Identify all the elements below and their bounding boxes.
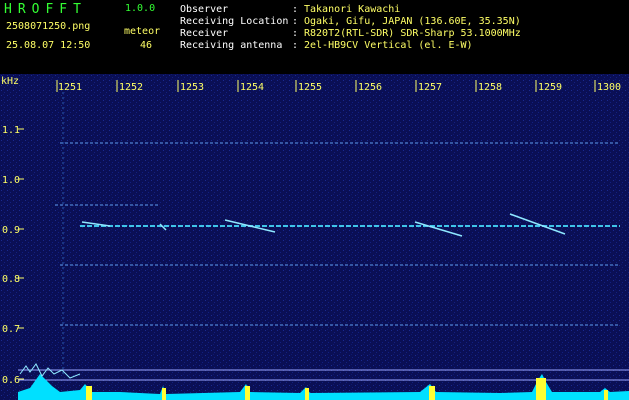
- time-tick-label: 1300: [597, 82, 621, 93]
- freq-tick-label: 0.8: [2, 274, 20, 285]
- time-tick-label: 1256: [358, 82, 382, 93]
- signal-peak: [604, 390, 608, 400]
- signal-peak: [245, 386, 250, 400]
- meteor-label: meteor: [124, 26, 161, 37]
- info-value: Takanori Kawachi: [304, 4, 401, 15]
- time-tick-label: 1253: [180, 82, 204, 93]
- info-row-antenna: Receiving antenna:2el-HB9CV Vertical (el…: [180, 40, 473, 51]
- info-separator: :: [292, 40, 299, 51]
- time-tick-label: 1254: [240, 82, 264, 93]
- freq-tick-label: 0.6: [2, 375, 20, 386]
- info-value: Ogaki, Gifu, JAPAN (136.60E, 35.35N): [304, 16, 521, 27]
- info-key: Receiving antenna: [180, 40, 283, 51]
- time-tick-label: 1255: [298, 82, 322, 93]
- freq-tick-label: 1.1: [2, 125, 20, 136]
- spectrogram: kHz 1251 1252 1253 1254 1255 1256 1257 1…: [0, 74, 629, 400]
- signal-peak: [536, 378, 546, 400]
- signal-peak: [86, 386, 92, 400]
- freq-tick-label: 0.9: [2, 225, 20, 236]
- info-key: Receiving Location: [180, 16, 289, 27]
- file-datetime: 25.08.07 12:50: [6, 40, 91, 51]
- y-axis-unit: kHz: [1, 76, 19, 87]
- signal-peak: [305, 388, 309, 400]
- info-value: 2el-HB9CV Vertical (el. E-W): [304, 40, 473, 51]
- info-key: Receiver: [180, 28, 229, 39]
- app-version: 1.0.0: [125, 3, 156, 14]
- plot-area: [18, 88, 629, 400]
- info-separator: :: [292, 16, 299, 27]
- info-row-receiver: Receiver: R820T2(RTL-SDR) SDR-Sharp 53.10…: [180, 28, 521, 39]
- freq-tick-label: 1.0: [2, 175, 20, 186]
- info-separator: :: [292, 4, 299, 15]
- signal-peak: [162, 388, 166, 400]
- time-tick-label: 1258: [478, 82, 502, 93]
- signal-peak: [429, 386, 435, 400]
- time-tick-label: 1257: [418, 82, 442, 93]
- time-tick-label: 1259: [538, 82, 562, 93]
- time-tick-label: 1252: [119, 82, 143, 93]
- freq-tick-label: 0.7: [2, 324, 20, 335]
- info-row-observer: Observer: Takanori Kawachi: [180, 4, 400, 15]
- app-title: HROFFT: [4, 2, 87, 17]
- info-value: R820T2(RTL-SDR) SDR-Sharp 53.1000MHz: [304, 28, 521, 39]
- info-separator: :: [292, 28, 299, 39]
- info-key: Observer: [180, 4, 229, 15]
- meteor-count: 46: [140, 40, 153, 51]
- header-panel: HROFFT 1.0.0 2508071250.png 25.08.07 12:…: [0, 0, 629, 74]
- info-row-location: Receiving Location: Ogaki, Gifu, JAPAN (1…: [180, 16, 521, 27]
- time-tick-label: 1251: [58, 82, 82, 93]
- file-name: 2508071250.png: [6, 21, 91, 32]
